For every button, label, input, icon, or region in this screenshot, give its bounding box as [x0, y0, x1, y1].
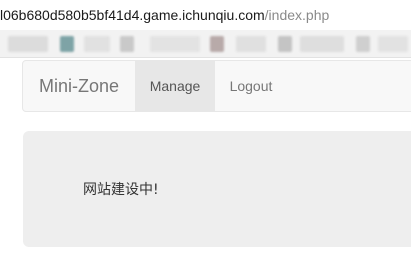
blurred-bookmark	[150, 36, 200, 52]
url-host: l06b680d580b5bf41d4.game.ichunqiu.com	[0, 7, 265, 23]
blurred-bookmark	[8, 36, 48, 52]
blurred-bookmark	[300, 36, 344, 52]
url-path: /index.php	[264, 7, 330, 23]
navbar-brand[interactable]: Mini-Zone	[39, 61, 119, 111]
blurred-bookmark	[356, 36, 370, 52]
blurred-bookmark	[236, 36, 266, 52]
blurred-bookmark	[210, 36, 224, 52]
navbar: Mini-Zone Manage Logout	[22, 60, 411, 112]
bookmarks-bar-blurred	[0, 30, 411, 58]
blurred-bookmark	[378, 36, 408, 52]
content-panel: 网站建设中!	[23, 131, 411, 247]
blurred-bookmark	[84, 36, 110, 52]
under-construction-message: 网站建设中!	[83, 182, 159, 198]
nav-item-logout[interactable]: Logout	[215, 61, 287, 111]
nav-item-manage[interactable]: Manage	[135, 61, 215, 111]
blurred-bookmark	[120, 36, 134, 52]
blurred-bookmark	[60, 36, 74, 52]
blurred-bookmark	[278, 36, 292, 52]
address-bar[interactable]: l06b680d580b5bf41d4.game.ichunqiu.com/in…	[0, 0, 411, 30]
